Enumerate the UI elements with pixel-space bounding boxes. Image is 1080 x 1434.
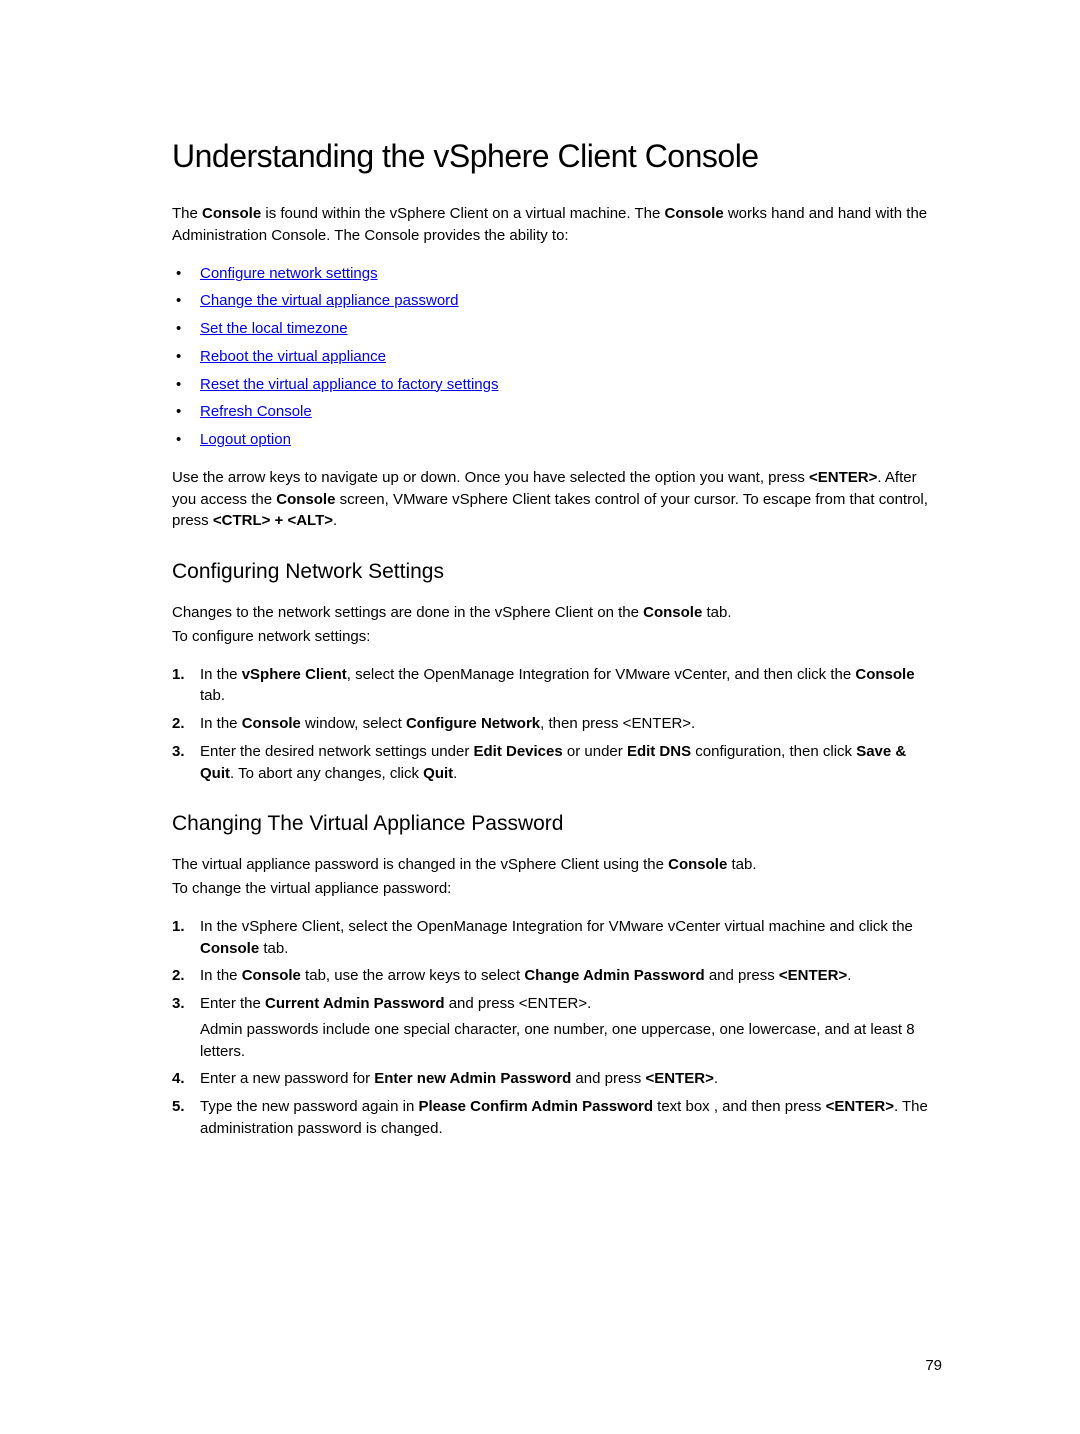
link-configure-network[interactable]: Configure network settings — [200, 265, 378, 282]
text-bold: Console — [668, 856, 727, 873]
text: and press — [571, 1070, 645, 1087]
text: The — [172, 205, 202, 222]
text: text box , and then press — [653, 1098, 826, 1115]
section-intro: Changes to the network settings are done… — [172, 602, 942, 624]
text-bold: Please Confirm Admin Password — [418, 1098, 653, 1115]
text-bold: Enter new Admin Password — [374, 1070, 571, 1087]
text: tab. — [702, 604, 731, 621]
text: In the — [200, 715, 242, 732]
text: Type the new password again in — [200, 1098, 418, 1115]
text: , select the OpenManage Integration for … — [347, 666, 856, 683]
text: tab, use the arrow keys to select — [301, 967, 524, 984]
text: Enter a new password for — [200, 1070, 374, 1087]
step-item: Enter the desired network settings under… — [172, 741, 942, 785]
link-refresh-console[interactable]: Refresh Console — [200, 403, 312, 420]
steps-list: In the vSphere Client, select the OpenMa… — [172, 664, 942, 785]
text: Enter the desired network settings under — [200, 743, 474, 760]
text: window, select — [301, 715, 406, 732]
text: . — [453, 765, 457, 782]
text: In the — [200, 666, 242, 683]
text: . — [333, 512, 337, 529]
text-bold: Quit — [423, 765, 453, 782]
section-intro: The virtual appliance password is change… — [172, 854, 942, 876]
text: Changes to the network settings are done… — [172, 604, 643, 621]
text: Use the arrow keys to navigate up or dow… — [172, 469, 809, 486]
list-item: Reboot the virtual appliance — [172, 346, 942, 368]
text-bold: Configure Network — [406, 715, 540, 732]
list-item: Logout option — [172, 429, 942, 451]
step-item: In the vSphere Client, select the OpenMa… — [172, 916, 942, 960]
text-bold: Console — [855, 666, 914, 683]
text-bold: Console — [643, 604, 702, 621]
step-item: In the Console window, select Configure … — [172, 713, 942, 735]
text-bold: <ENTER> — [809, 469, 877, 486]
text: . — [714, 1070, 718, 1087]
text: . — [847, 967, 851, 984]
link-set-timezone[interactable]: Set the local timezone — [200, 320, 348, 337]
step-note: Admin passwords include one special char… — [200, 1019, 942, 1063]
feature-list: Configure network settings Change the vi… — [172, 263, 942, 451]
list-item: Refresh Console — [172, 401, 942, 423]
text: , then press <ENTER>. — [540, 715, 695, 732]
step-item: In the vSphere Client, select the OpenMa… — [172, 664, 942, 708]
text: In the vSphere Client, select the OpenMa… — [200, 918, 913, 935]
text-bold: Console — [200, 940, 259, 957]
page-title: Understanding the vSphere Client Console — [172, 138, 942, 175]
intro-paragraph: The Console is found within the vSphere … — [172, 203, 942, 247]
text: and press <ENTER>. — [445, 995, 592, 1012]
link-logout[interactable]: Logout option — [200, 431, 291, 448]
section-lead: To change the virtual appliance password… — [172, 878, 942, 900]
text-bold: vSphere Client — [242, 666, 347, 683]
text-bold: Console — [242, 967, 301, 984]
text: is found within the vSphere Client on a … — [261, 205, 664, 222]
section-lead: To configure network settings: — [172, 626, 942, 648]
text: In the — [200, 967, 242, 984]
text-bold: <ENTER> — [779, 967, 847, 984]
link-change-password[interactable]: Change the virtual appliance password — [200, 292, 459, 309]
text: tab. — [727, 856, 756, 873]
text: Enter the — [200, 995, 265, 1012]
step-item: Enter a new password for Enter new Admin… — [172, 1068, 942, 1090]
text-bold: <ENTER> — [645, 1070, 713, 1087]
text-bold: Edit Devices — [474, 743, 563, 760]
steps-list: In the vSphere Client, select the OpenMa… — [172, 916, 942, 1140]
text: configuration, then click — [691, 743, 856, 760]
document-page: Understanding the vSphere Client Console… — [0, 0, 1080, 1140]
text-bold: <CTRL> + <ALT> — [213, 512, 333, 529]
link-reset-factory[interactable]: Reset the virtual appliance to factory s… — [200, 376, 499, 393]
section-heading-config-network: Configuring Network Settings — [172, 560, 942, 584]
step-item: In the Console tab, use the arrow keys t… — [172, 965, 942, 987]
text-bold: Console — [202, 205, 261, 222]
list-item: Reset the virtual appliance to factory s… — [172, 374, 942, 396]
list-item: Change the virtual appliance password — [172, 290, 942, 312]
text-bold: Console — [276, 491, 335, 508]
text: The virtual appliance password is change… — [172, 856, 668, 873]
step-item: Enter the Current Admin Password and pre… — [172, 993, 942, 1062]
text: tab. — [259, 940, 288, 957]
text-bold: Console — [664, 205, 723, 222]
list-item: Set the local timezone — [172, 318, 942, 340]
section-heading-change-password: Changing The Virtual Appliance Password — [172, 812, 942, 836]
text-bold: Edit DNS — [627, 743, 691, 760]
text-bold: Change Admin Password — [524, 967, 704, 984]
list-item: Configure network settings — [172, 263, 942, 285]
text: or under — [563, 743, 627, 760]
page-number: 79 — [925, 1357, 942, 1374]
text-bold: <ENTER> — [826, 1098, 894, 1115]
navigation-paragraph: Use the arrow keys to navigate up or dow… — [172, 467, 942, 532]
text-bold: Current Admin Password — [265, 995, 444, 1012]
text: and press — [705, 967, 779, 984]
link-reboot[interactable]: Reboot the virtual appliance — [200, 348, 386, 365]
text: tab. — [200, 687, 225, 704]
step-item: Type the new password again in Please Co… — [172, 1096, 942, 1140]
text: . To abort any changes, click — [230, 765, 423, 782]
text-bold: Console — [242, 715, 301, 732]
